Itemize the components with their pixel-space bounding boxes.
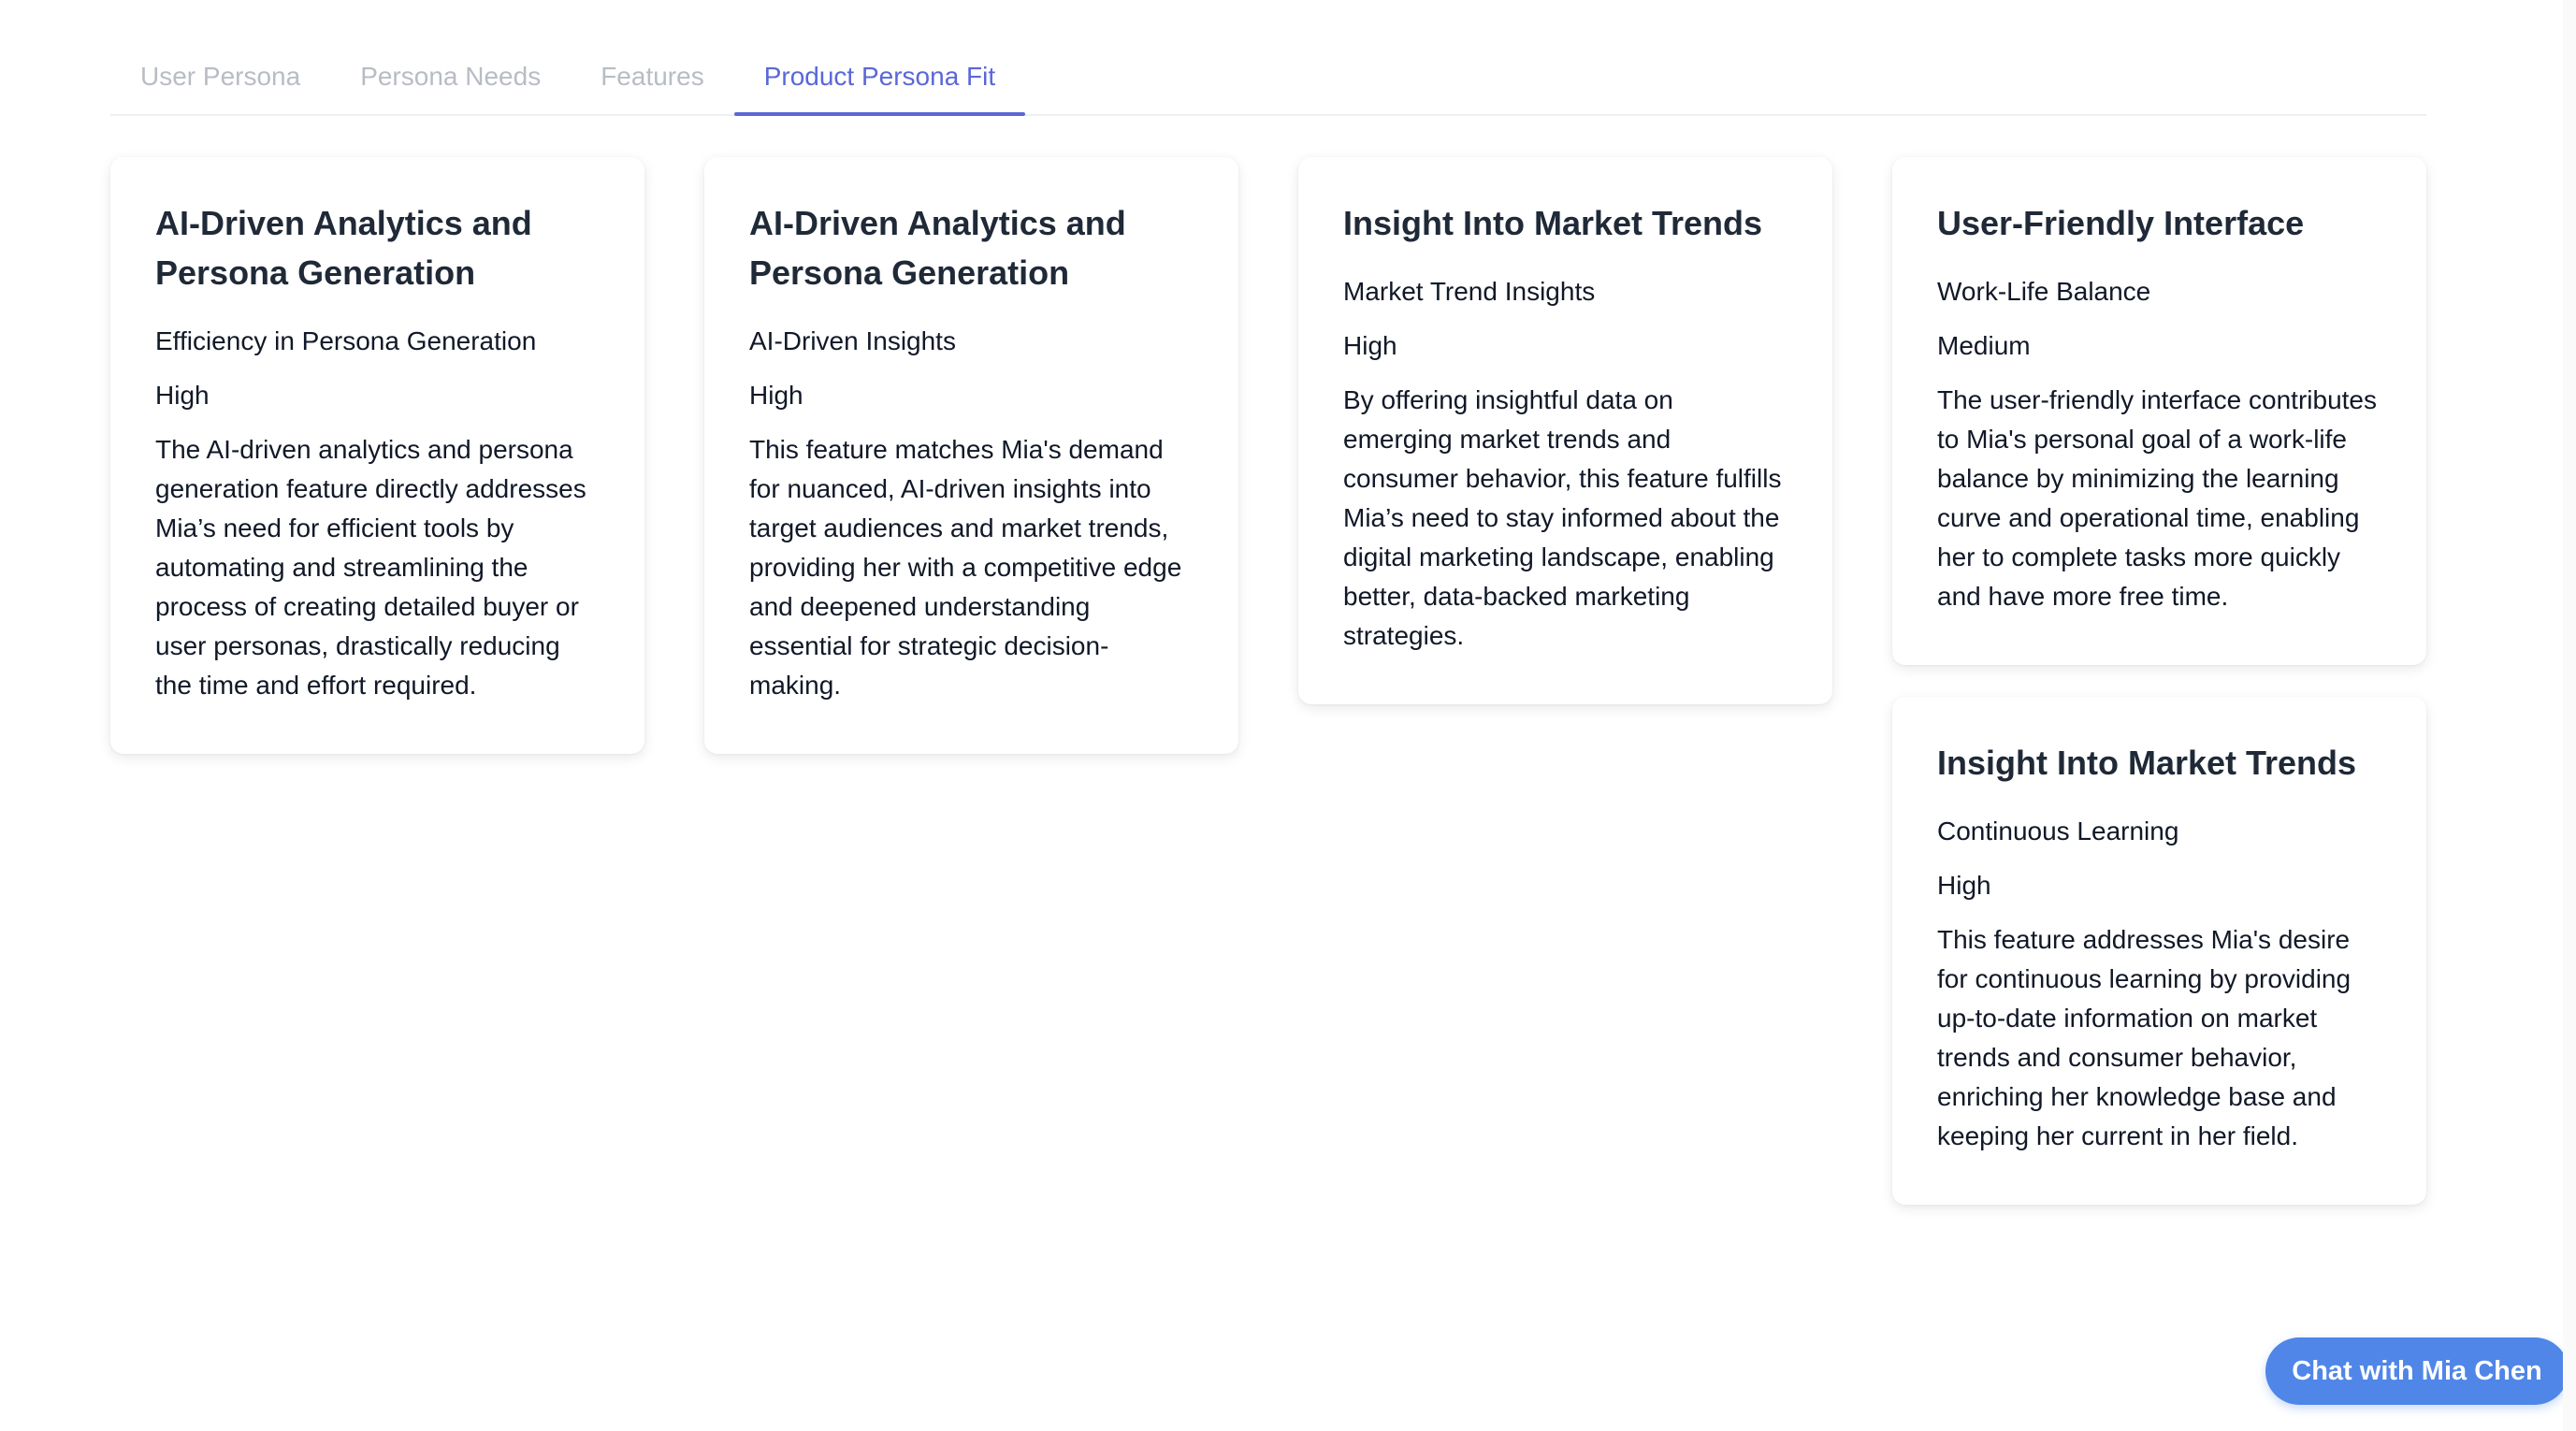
card-importance: High xyxy=(749,381,803,410)
card-column-4: User-Friendly Interface Work-Life Balanc… xyxy=(1892,157,2426,1205)
page: User Persona Persona Needs Features Prod… xyxy=(0,0,2576,1431)
fit-card: Insight Into Market Trends Continuous Le… xyxy=(1892,697,2426,1205)
card-importance: High xyxy=(1343,331,1397,360)
card-need: Work-Life Balance xyxy=(1937,277,2151,306)
card-title: AI-Driven Analytics and Persona Generati… xyxy=(155,204,532,292)
card-importance: High xyxy=(1937,871,1991,900)
chat-button[interactable]: Chat with Mia Chen xyxy=(2265,1337,2569,1405)
card-title: AI-Driven Analytics and Persona Generati… xyxy=(749,204,1126,292)
card-description: This feature matches Mia's demand for nu… xyxy=(749,435,1182,700)
card-grid: AI-Driven Analytics and Persona Generati… xyxy=(110,157,2426,1205)
card-title: Insight Into Market Trends xyxy=(1343,204,1763,242)
card-column-1: AI-Driven Analytics and Persona Generati… xyxy=(110,157,644,754)
card-need: Market Trend Insights xyxy=(1343,277,1596,306)
card-importance: Medium xyxy=(1937,331,2031,360)
fit-card: AI-Driven Analytics and Persona Generati… xyxy=(704,157,1238,754)
card-description: The user-friendly interface contributes … xyxy=(1937,385,2377,611)
fit-card: AI-Driven Analytics and Persona Generati… xyxy=(110,157,644,754)
fit-card: Insight Into Market Trends Market Trend … xyxy=(1298,157,1832,704)
tab-user-persona[interactable]: User Persona xyxy=(110,49,330,101)
card-column-3: Insight Into Market Trends Market Trend … xyxy=(1298,157,1832,704)
card-importance: High xyxy=(155,381,210,410)
card-title: User-Friendly Interface xyxy=(1937,204,2305,242)
card-description: By offering insightful data on emerging … xyxy=(1343,385,1782,650)
card-need: AI-Driven Insights xyxy=(749,326,956,355)
tab-features[interactable]: Features xyxy=(571,49,734,101)
card-description: This feature addresses Mia's desire for … xyxy=(1937,925,2352,1150)
card-title: Insight Into Market Trends xyxy=(1937,744,2357,782)
tab-product-persona-fit[interactable]: Product Persona Fit xyxy=(733,49,1026,116)
card-need: Continuous Learning xyxy=(1937,817,2179,846)
card-column-2: AI-Driven Analytics and Persona Generati… xyxy=(704,157,1238,754)
fit-card: User-Friendly Interface Work-Life Balanc… xyxy=(1892,157,2426,665)
tab-bar: User Persona Persona Needs Features Prod… xyxy=(110,49,2426,116)
card-need: Efficiency in Persona Generation xyxy=(155,326,537,355)
tab-persona-needs[interactable]: Persona Needs xyxy=(330,49,571,101)
card-description: The AI-driven analytics and persona gene… xyxy=(155,435,586,700)
scrollbar[interactable] xyxy=(2563,0,2576,1431)
